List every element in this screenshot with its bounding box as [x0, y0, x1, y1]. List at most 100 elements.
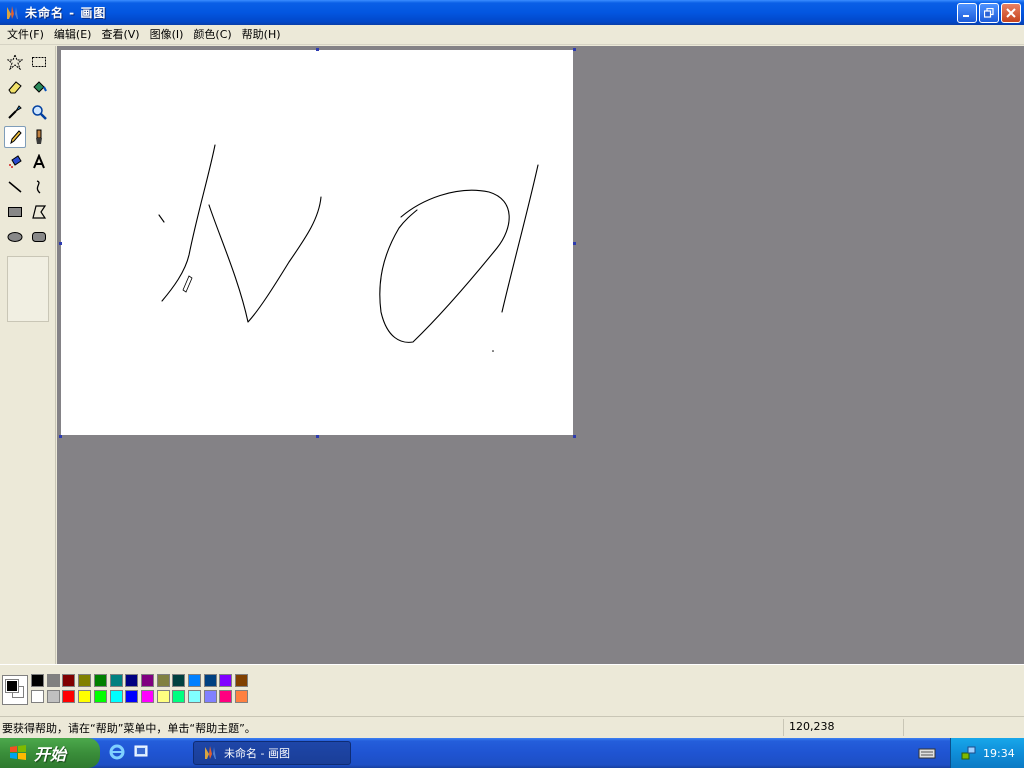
- color-swatch[interactable]: [156, 690, 170, 703]
- tool-ellipse[interactable]: [4, 226, 26, 248]
- color-swatch[interactable]: [203, 690, 217, 703]
- clock[interactable]: 19:34: [983, 747, 1015, 760]
- menu-bar: 文件(F) 编辑(E) 查看(V) 图像(I) 颜色(C) 帮助(H): [0, 25, 1024, 45]
- tool-curve[interactable]: [28, 176, 50, 198]
- color-swatch[interactable]: [188, 690, 201, 703]
- taskbar-paint-button[interactable]: 未命名 - 画图: [193, 741, 351, 765]
- curve-icon: [36, 180, 41, 194]
- tool-eraser[interactable]: [4, 76, 26, 98]
- quick-launch: [108, 743, 150, 761]
- pencil-cursor-icon: [182, 275, 193, 293]
- restore-button[interactable]: [979, 3, 999, 23]
- color-swatch[interactable]: [31, 690, 44, 703]
- toolbox: [0, 46, 56, 664]
- color-swatch[interactable]: [78, 674, 92, 687]
- minimize-button[interactable]: [957, 3, 977, 23]
- restore-icon: [984, 8, 994, 18]
- resize-handle-top-mid[interactable]: [316, 48, 319, 51]
- color-palette: [0, 664, 1024, 714]
- status-coordinates: 120,238: [789, 720, 835, 733]
- menu-view[interactable]: 查看(V): [96, 26, 144, 44]
- status-divider: [903, 719, 904, 736]
- resize-handle-bottom-right[interactable]: [573, 435, 576, 438]
- tool-polygon[interactable]: [28, 201, 50, 223]
- start-button[interactable]: 开始: [0, 738, 100, 768]
- menu-edit[interactable]: 编辑(E): [49, 26, 97, 44]
- stroke-5: [501, 164, 539, 313]
- color-swatch[interactable]: [235, 674, 249, 687]
- rect-select-icon: [32, 57, 46, 67]
- current-colors[interactable]: [2, 675, 28, 705]
- color-swatch[interactable]: [31, 674, 44, 687]
- tool-free-select[interactable]: [4, 51, 26, 73]
- tool-rect-select[interactable]: [28, 51, 50, 73]
- tool-airbrush[interactable]: [4, 151, 26, 173]
- color-swatch[interactable]: [140, 690, 154, 703]
- tool-brush[interactable]: [28, 126, 50, 148]
- color-swatch[interactable]: [203, 674, 217, 687]
- color-swatch[interactable]: [62, 690, 76, 703]
- color-swatch[interactable]: [140, 674, 154, 687]
- tool-rounded-rectangle[interactable]: [28, 226, 50, 248]
- star-select-icon: [7, 54, 23, 70]
- tool-fill[interactable]: [28, 76, 50, 98]
- rounded-rect-icon: [32, 232, 46, 242]
- menu-image[interactable]: 图像(I): [145, 26, 189, 44]
- tool-magnifier[interactable]: [28, 101, 50, 123]
- taskbar-task-label: 未命名 - 画图: [224, 747, 290, 760]
- tool-text[interactable]: [28, 151, 50, 173]
- paint-app-icon: [7, 5, 18, 19]
- system-tray: 19:34: [950, 738, 1024, 768]
- resize-handle-left-mid[interactable]: [59, 242, 62, 245]
- color-swatch[interactable]: [219, 674, 233, 687]
- line-icon: [8, 181, 22, 193]
- color-swatch[interactable]: [93, 674, 107, 687]
- stroke-2: [208, 196, 322, 323]
- color-swatch[interactable]: [46, 674, 60, 687]
- menu-colors[interactable]: 颜色(C): [188, 26, 236, 44]
- rectangle-icon: [8, 207, 22, 217]
- ellipse-icon: [7, 232, 23, 242]
- fill-bucket-icon: [33, 81, 47, 93]
- color-swatch[interactable]: [62, 674, 76, 687]
- show-desktop-icon[interactable]: [132, 743, 150, 761]
- close-icon: [1006, 8, 1016, 18]
- menu-file[interactable]: 文件(F): [2, 26, 49, 44]
- drawing-canvas[interactable]: [61, 50, 573, 435]
- color-swatch[interactable]: [172, 674, 186, 687]
- airbrush-icon: [9, 155, 22, 168]
- title-bar[interactable]: 未命名 - 画图: [0, 0, 1024, 25]
- tool-pick-color[interactable]: [4, 101, 26, 123]
- stray-dot: [492, 350, 494, 352]
- color-swatch[interactable]: [172, 690, 186, 703]
- color-swatch[interactable]: [125, 674, 139, 687]
- network-icon[interactable]: [961, 745, 977, 761]
- tool-pencil[interactable]: [4, 126, 26, 148]
- resize-handle-bottom-left[interactable]: [59, 435, 62, 438]
- color-swatch[interactable]: [219, 690, 233, 703]
- color-swatch[interactable]: [109, 674, 123, 687]
- status-divider: [783, 719, 784, 736]
- canvas-drawing: [158, 144, 539, 352]
- color-swatch[interactable]: [125, 690, 139, 703]
- resize-handle-right-mid[interactable]: [573, 242, 576, 245]
- color-swatch[interactable]: [93, 690, 107, 703]
- resize-handle-bottom-mid[interactable]: [316, 435, 319, 438]
- color-swatch[interactable]: [235, 690, 249, 703]
- menu-help[interactable]: 帮助(H): [237, 26, 286, 44]
- keyboard-icon[interactable]: [918, 745, 936, 761]
- internet-explorer-icon[interactable]: [108, 743, 126, 761]
- tool-rectangle[interactable]: [4, 201, 26, 223]
- eyedropper-icon: [8, 105, 22, 119]
- tool-line[interactable]: [4, 176, 26, 198]
- color-swatch[interactable]: [78, 690, 92, 703]
- color-swatch[interactable]: [156, 674, 170, 687]
- tool-options-panel[interactable]: [7, 256, 49, 322]
- color-swatch[interactable]: [188, 674, 201, 687]
- color-swatch[interactable]: [46, 690, 60, 703]
- close-button[interactable]: [1001, 3, 1021, 23]
- windows-logo-icon: [10, 745, 26, 760]
- resize-handle-top-right[interactable]: [573, 48, 576, 51]
- status-help-text: 要获得帮助，请在“帮助”菜单中，单击“帮助主题”。: [2, 722, 256, 735]
- color-swatch[interactable]: [109, 690, 123, 703]
